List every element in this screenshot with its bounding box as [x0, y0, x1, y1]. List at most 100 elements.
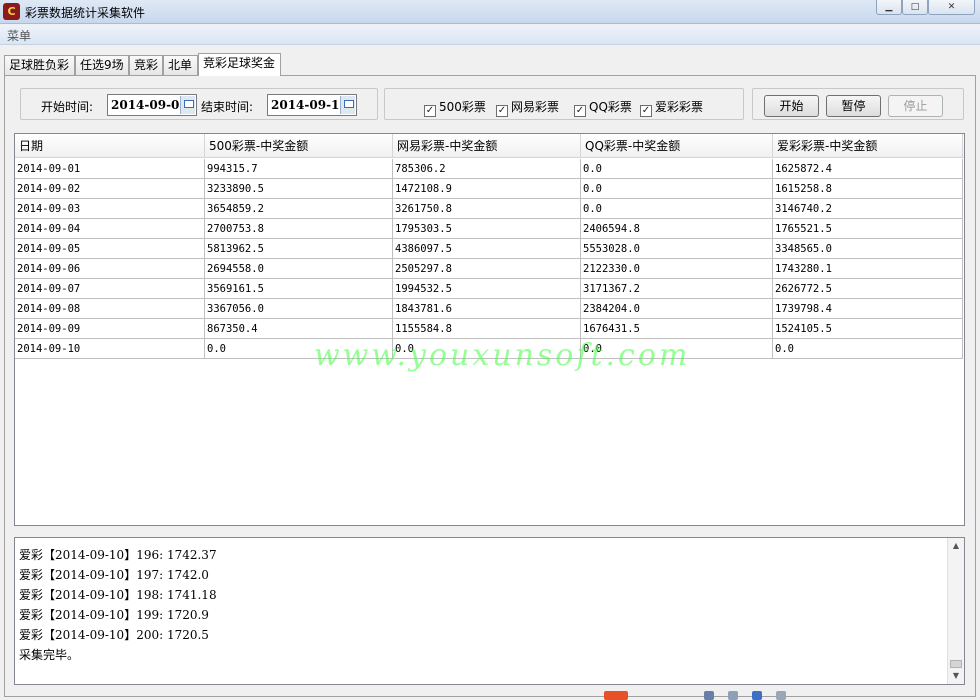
cell-netease: 1155584.8 — [393, 319, 581, 339]
menu-item-main[interactable]: 菜单 — [7, 27, 31, 44]
taskbar-icons — [604, 689, 794, 700]
maximize-button[interactable]: □ — [902, 0, 928, 15]
start-date-picker[interactable]: 2014-09-01 — [107, 94, 197, 116]
cell-500: 0.0 — [205, 339, 393, 359]
cell-qq: 0.0 — [581, 199, 773, 219]
checkbox-netease[interactable]: ✓ 网易彩票 — [496, 98, 559, 117]
cell-date: 2014-09-07 — [15, 279, 205, 299]
table-row[interactable]: 2014-09-06 2694558.0 2505297.8 2122330.0… — [15, 259, 964, 279]
log-output[interactable]: 爱彩【2014-09-10】196: 1742.37 爱彩【2014-09-10… — [14, 537, 965, 685]
table-row[interactable]: 2014-09-04 2700753.8 1795303.5 2406594.8… — [15, 219, 964, 239]
tray-icon — [752, 691, 762, 700]
scroll-up-icon[interactable]: ▲ — [948, 538, 964, 554]
cell-500: 5813962.5 — [205, 239, 393, 259]
cell-netease: 1795303.5 — [393, 219, 581, 239]
start-button[interactable]: 开始 — [764, 95, 819, 117]
tray-icon — [704, 691, 714, 700]
cell-netease: 2505297.8 — [393, 259, 581, 279]
calendar-icon[interactable] — [340, 96, 355, 114]
table-row[interactable]: 2014-09-01 994315.7 785306.2 0.0 1625872… — [15, 159, 964, 179]
cell-date: 2014-09-06 — [15, 259, 205, 279]
cell-netease: 1843781.6 — [393, 299, 581, 319]
tab-pick-9[interactable]: 任选9场 — [75, 55, 129, 75]
column-header-date[interactable]: 日期 — [15, 134, 205, 158]
cell-aicai: 3146740.2 — [773, 199, 963, 219]
table-row[interactable]: 2014-09-09 867350.4 1155584.8 1676431.5 … — [15, 319, 964, 339]
tab-jingcai-football-prize[interactable]: 竞彩足球奖金 — [198, 53, 281, 76]
column-header-qq[interactable]: QQ彩票-中奖金额 — [581, 134, 773, 158]
cell-500: 2700753.8 — [205, 219, 393, 239]
cell-aicai: 2626772.5 — [773, 279, 963, 299]
end-date-picker[interactable]: 2014-09-10 — [267, 94, 357, 116]
checkbox-qq-label: QQ彩票 — [589, 100, 632, 114]
cell-500: 2694558.0 — [205, 259, 393, 279]
cell-date: 2014-09-10 — [15, 339, 205, 359]
log-line: 采集完毕。 — [19, 648, 80, 662]
table-row[interactable]: 2014-09-10 0.0 0.0 0.0 0.0 — [15, 339, 964, 359]
close-icon: ✕ — [947, 2, 956, 12]
cell-date: 2014-09-04 — [15, 219, 205, 239]
cell-date: 2014-09-01 — [15, 159, 205, 179]
tab-jingcai[interactable]: 竞彩 — [129, 55, 163, 75]
end-date-label: 结束时间: — [201, 100, 254, 114]
cell-qq: 3171367.2 — [581, 279, 773, 299]
cell-date: 2014-09-05 — [15, 239, 205, 259]
cell-date: 2014-09-09 — [15, 319, 205, 339]
scroll-down-icon[interactable]: ▼ — [948, 668, 964, 684]
cell-aicai: 1615258.8 — [773, 179, 963, 199]
prize-data-grid[interactable]: 日期 500彩票-中奖金额 网易彩票-中奖金额 QQ彩票-中奖金额 爱彩彩票-中… — [14, 133, 965, 526]
table-row[interactable]: 2014-09-07 3569161.5 1994532.5 3171367.2… — [15, 279, 964, 299]
cell-netease: 785306.2 — [393, 159, 581, 179]
tab-beidan[interactable]: 北单 — [163, 55, 198, 75]
pause-button[interactable]: 暂停 — [826, 95, 881, 117]
cell-qq: 2384204.0 — [581, 299, 773, 319]
cell-aicai: 1765521.5 — [773, 219, 963, 239]
title-bar: C 彩票数据统计采集软件 ▁ □ ✕ — [0, 0, 980, 24]
cell-qq: 2122330.0 — [581, 259, 773, 279]
checkbox-netease-label: 网易彩票 — [511, 100, 560, 114]
column-header-500[interactable]: 500彩票-中奖金额 — [205, 134, 393, 158]
cell-500: 3654859.2 — [205, 199, 393, 219]
cell-netease: 3261750.8 — [393, 199, 581, 219]
log-line: 爱彩【2014-09-10】197: 1742.0 — [19, 568, 209, 582]
checkbox-check-icon: ✓ — [424, 105, 436, 117]
start-date-value: 2014-09-01 — [111, 98, 188, 112]
column-header-netease[interactable]: 网易彩票-中奖金额 — [393, 134, 581, 158]
cell-aicai: 1625872.4 — [773, 159, 963, 179]
tray-icon — [776, 691, 786, 700]
tab-football-win-lose[interactable]: 足球胜负彩 — [4, 55, 75, 75]
cell-qq: 0.0 — [581, 339, 773, 359]
html5-icon — [604, 691, 628, 700]
cell-500: 3233890.5 — [205, 179, 393, 199]
cell-500: 994315.7 — [205, 159, 393, 179]
column-header-aicai[interactable]: 爱彩彩票-中奖金额 — [773, 134, 963, 158]
cell-500: 3367056.0 — [205, 299, 393, 319]
log-line: 爱彩【2014-09-10】196: 1742.37 — [19, 548, 217, 562]
calendar-icon[interactable] — [180, 96, 195, 114]
cell-date: 2014-09-03 — [15, 199, 205, 219]
log-scrollbar[interactable]: ▲ ▼ — [947, 538, 964, 684]
close-button[interactable]: ✕ — [928, 0, 975, 15]
cell-qq: 2406594.8 — [581, 219, 773, 239]
table-row[interactable]: 2014-09-08 3367056.0 1843781.6 2384204.0… — [15, 299, 964, 319]
table-row[interactable]: 2014-09-03 3654859.2 3261750.8 0.0 31467… — [15, 199, 964, 219]
checkbox-check-icon: ✓ — [640, 105, 652, 117]
cell-qq: 0.0 — [581, 159, 773, 179]
minimize-button[interactable]: ▁ — [876, 0, 902, 15]
log-line: 爱彩【2014-09-10】199: 1720.9 — [19, 608, 209, 622]
cell-aicai: 1739798.4 — [773, 299, 963, 319]
checkbox-qq[interactable]: ✓ QQ彩票 — [574, 98, 632, 117]
checkbox-500[interactable]: ✓ 500彩票 — [424, 98, 486, 117]
table-row[interactable]: 2014-09-05 5813962.5 4386097.5 5553028.0… — [15, 239, 964, 259]
table-row[interactable]: 2014-09-02 3233890.5 1472108.9 0.0 16152… — [15, 179, 964, 199]
start-date-label: 开始时间: — [41, 100, 94, 114]
log-line: 爱彩【2014-09-10】198: 1741.18 — [19, 588, 217, 602]
end-date-value: 2014-09-10 — [271, 98, 348, 112]
scroll-thumb[interactable] — [950, 660, 962, 668]
app-logo-icon: C — [3, 3, 20, 20]
minimize-icon: ▁ — [885, 2, 893, 12]
tray-icon — [728, 691, 738, 700]
log-line: 爱彩【2014-09-10】200: 1720.5 — [19, 628, 209, 642]
stop-button[interactable]: 停止 — [888, 95, 943, 117]
checkbox-aicai[interactable]: ✓ 爱彩彩票 — [640, 98, 703, 117]
